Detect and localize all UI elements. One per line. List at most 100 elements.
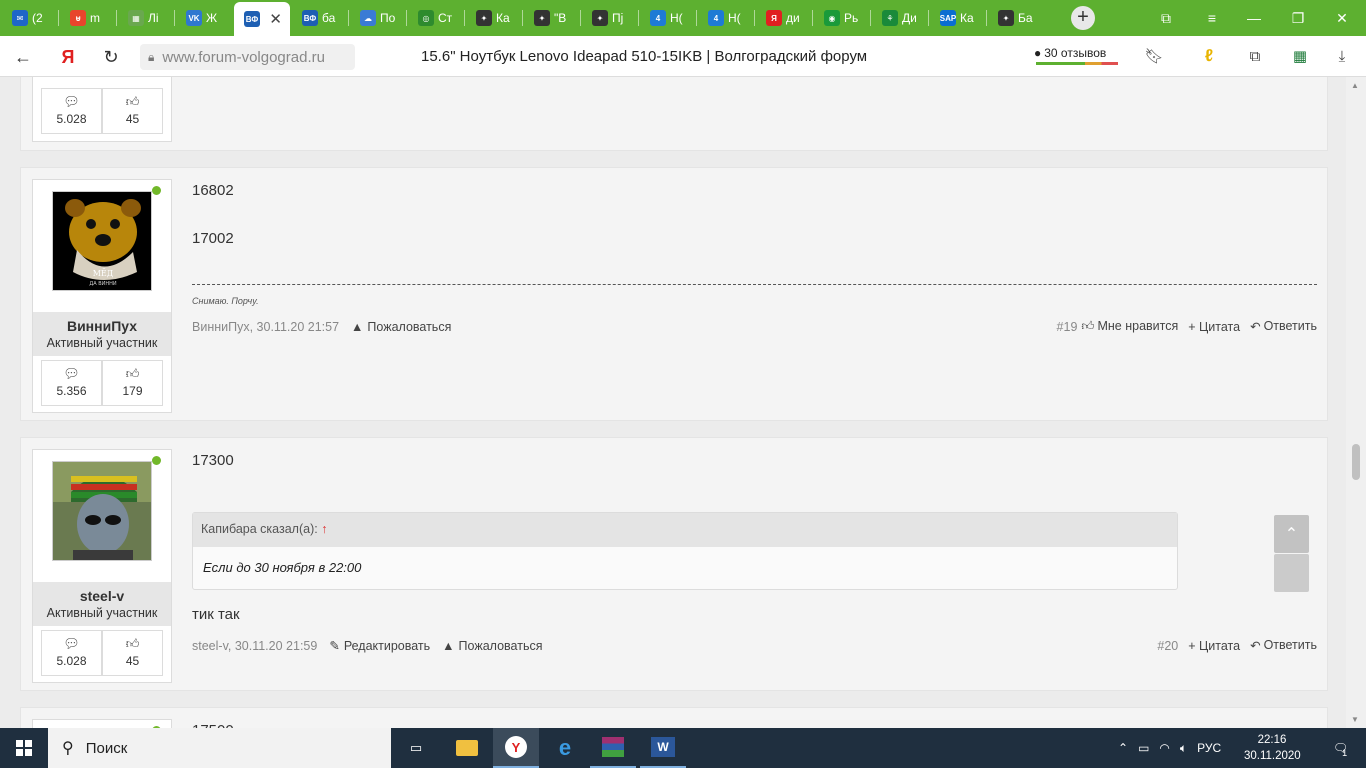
tab-favicon-icon: ▦ — [128, 10, 144, 26]
quote-button[interactable]: + Цитата — [1188, 639, 1240, 653]
yandex-browser-icon[interactable]: Y — [493, 728, 539, 768]
scroll-to-bottom-button[interactable] — [1274, 554, 1309, 592]
scroll-down-arrow-icon[interactable]: ▼ — [1351, 715, 1359, 724]
restore-icon[interactable]: ❐ — [1276, 0, 1320, 36]
browser-tab[interactable]: Яди — [756, 4, 812, 32]
scrollbar-thumb[interactable] — [1352, 444, 1360, 480]
tab-favicon-icon: SAP — [940, 10, 956, 26]
thumbs-up-icon: 👍︎ — [125, 636, 140, 651]
messages-stat[interactable]: 💬︎ 5.028 — [41, 88, 102, 134]
likes-stat[interactable]: 👍︎ 45 — [102, 630, 163, 676]
windows-logo-icon — [16, 740, 32, 756]
page-scrollbar[interactable]: ▲ ▼ — [1346, 77, 1366, 728]
likes-count: 179 — [122, 384, 143, 398]
browser-tab[interactable]: ✦ Пј — [582, 4, 638, 32]
taskbar-search[interactable]: ⚲ Поиск — [48, 728, 391, 768]
thumbs-up-icon: 👍︎ — [1081, 319, 1095, 333]
tray-overflow-icon[interactable]: ⌃ — [1118, 741, 1128, 755]
messages-stat[interactable]: 💬︎ 5.356 — [41, 360, 102, 406]
browser-tab[interactable]: ✦ Ка — [466, 4, 522, 32]
start-button[interactable] — [0, 728, 48, 768]
excel-extension-icon[interactable]: ▦ — [1288, 44, 1312, 68]
browser-menu-icon[interactable]: ≡ — [1190, 0, 1234, 36]
browser-tab[interactable]: ✉ (2 — [2, 4, 58, 32]
browser-tab[interactable]: ✦ "В — [524, 4, 580, 32]
url-field[interactable]: 🔒︎ www.forum-volgograd.ru — [140, 44, 355, 70]
forum-post: steel-v Активный участник 💬︎ 5.028 👍︎ 45… — [20, 437, 1328, 691]
reviews-button[interactable]: ● 30 отзывов — [1034, 42, 1120, 64]
username[interactable]: steel-v — [33, 588, 171, 604]
tab-favicon-icon: ✦ — [998, 10, 1014, 26]
like-button[interactable]: 👍︎ Мне нравится — [1081, 319, 1178, 334]
browser-tab[interactable]: 4 Н( — [698, 4, 754, 32]
report-button[interactable]: ▲ Пожаловаться — [351, 320, 451, 334]
bookmark-icon[interactable]: 🔖︎ — [1142, 44, 1166, 68]
tab-separator — [58, 10, 59, 26]
post-body: 17300 Капибара сказал(а): ↑ Если до 30 н… — [192, 438, 1317, 692]
file-explorer-icon[interactable] — [444, 728, 490, 768]
browser-tab[interactable]: 4 Н( — [640, 4, 696, 32]
user-rank: Активный участник — [46, 606, 158, 620]
browser-tab[interactable]: ✦ Ба — [988, 4, 1044, 32]
quote-text: Если до 30 ноября в 22:00 — [203, 560, 362, 575]
browser-tab[interactable]: ☁ По — [350, 4, 406, 32]
tab-favicon-icon: 4 — [708, 10, 724, 26]
forum-post: 17500 — [20, 707, 1328, 728]
wifi-icon[interactable]: ◠ — [1159, 741, 1169, 755]
language-indicator[interactable]: РУС — [1197, 741, 1221, 755]
tab-favicon-icon: ✦ — [534, 10, 550, 26]
browser-tab[interactable]: ▦ Лі — [118, 4, 174, 32]
word-icon[interactable]: W — [640, 728, 686, 768]
battery-icon[interactable]: ▭ — [1138, 741, 1149, 755]
tabs-menu-icon[interactable]: ⧉ — [1144, 0, 1188, 36]
task-view-icon[interactable]: ▭ — [393, 728, 439, 768]
likes-stat[interactable]: 👍︎ 45 — [102, 88, 163, 134]
yandex-search-icon[interactable]: Я — [55, 44, 81, 70]
quote-button[interactable]: + Цитата — [1188, 320, 1240, 334]
new-tab-button[interactable]: + — [1071, 6, 1095, 30]
messages-stat[interactable]: 💬︎ 5.028 — [41, 630, 102, 676]
back-arrow-icon[interactable]: ← — [10, 44, 36, 70]
yandex-zen-icon[interactable]: ℓ — [1197, 44, 1221, 68]
post-number-link[interactable]: #20 — [1157, 639, 1178, 653]
reply-button[interactable]: ↶ Ответить — [1250, 638, 1317, 653]
clock[interactable]: 22:16 30.11.2020 — [1244, 732, 1301, 764]
user-card: МЁД ДА ВИННИ ВинниПух Активный участник … — [32, 179, 172, 413]
winnie-pooh-avatar-image: МЁД ДА ВИННИ — [53, 192, 151, 290]
notifications-button[interactable]: 🗨︎ 1 — [1322, 728, 1358, 768]
browser-tab[interactable]: ◉ Рь — [814, 4, 870, 32]
post-author-time[interactable]: ВинниПух, 30.11.20 21:57 — [192, 320, 339, 334]
post-text-line: 16802 — [192, 182, 234, 199]
sidebar-icon[interactable]: ⧉ — [1243, 44, 1267, 68]
browser-tab[interactable]: ВФ ба — [292, 4, 348, 32]
close-window-icon[interactable]: ✕ — [1320, 0, 1364, 36]
browser-tab[interactable]: VK Ж — [176, 4, 232, 32]
post-number-link[interactable]: #19 — [1057, 320, 1078, 334]
report-button[interactable]: ▲ Пожаловаться — [442, 639, 542, 653]
svg-text:ДА ВИННИ: ДА ВИННИ — [89, 281, 117, 287]
avatar[interactable] — [52, 461, 152, 561]
edit-button[interactable]: ✎ Редактировать — [329, 638, 430, 654]
volume-icon[interactable]: 🔈︎ — [1180, 741, 1187, 756]
reply-button[interactable]: ↶ Ответить — [1250, 319, 1317, 334]
winrar-icon[interactable] — [590, 728, 636, 768]
avatar[interactable]: МЁД ДА ВИННИ — [52, 191, 152, 291]
tab-active[interactable]: ВФ ✕ — [234, 2, 290, 36]
likes-stat[interactable]: 👍︎ 179 — [102, 360, 163, 406]
edge-icon[interactable]: e — [542, 728, 588, 768]
reload-icon[interactable]: ↻ — [98, 44, 124, 70]
username[interactable]: ВинниПух — [33, 318, 171, 334]
tab-separator — [696, 10, 697, 26]
minimize-icon[interactable]: — — [1232, 0, 1276, 36]
browser-tab[interactable]: ⊍ m — [60, 4, 116, 32]
scroll-to-top-button[interactable]: ⌃ — [1274, 515, 1309, 553]
tab-close-icon[interactable]: ✕ — [269, 10, 282, 28]
scroll-up-arrow-icon[interactable]: ▲ — [1351, 81, 1359, 90]
download-icon[interactable]: ⤓ — [1330, 44, 1354, 68]
browser-tab[interactable]: ◎ Ст — [408, 4, 464, 32]
post-author-time[interactable]: steel-v, 30.11.20 21:59 — [192, 639, 317, 653]
browser-tab[interactable]: ⚘ Ди — [872, 4, 928, 32]
quote-source-arrow[interactable]: ↑ — [321, 522, 327, 536]
browser-tab[interactable]: SAP Ка — [930, 4, 986, 32]
post-body: 16802 17002 Снимаю. Порчу. ВинниПух, 30.… — [192, 168, 1317, 422]
